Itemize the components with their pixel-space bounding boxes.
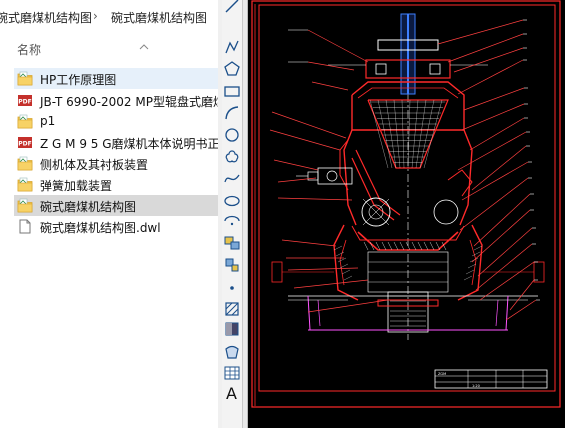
column-header: 名称 [0, 36, 218, 62]
breadcrumb-current[interactable]: 碗式磨煤机结构图 [111, 9, 207, 26]
region-icon[interactable] [222, 342, 242, 362]
file-name: 碗式磨煤机结构图.dwl [40, 221, 161, 235]
image-folder-icon [17, 198, 33, 213]
text-tool-glyph: A [226, 384, 237, 403]
file-name: p1 [40, 114, 56, 128]
circle-icon[interactable] [222, 125, 242, 145]
svg-text:ZGM: ZGM [438, 372, 446, 376]
column-header-name[interactable]: 名称 [17, 41, 41, 58]
multiline-text-icon[interactable]: A [222, 384, 242, 404]
svg-text:PDF: PDF [18, 99, 31, 106]
sort-ascending-icon [139, 44, 149, 50]
gradient-icon[interactable] [222, 319, 242, 339]
file-row[interactable]: PDF Z G M 9 5 G磨煤机本体说明书正文 [14, 132, 218, 153]
file-name: 弹簧加载装置 [40, 179, 113, 193]
breadcrumb: 碗式磨煤机结构图 › 碗式磨煤机结构图 [0, 0, 218, 34]
file-row[interactable]: 弹簧加载装置 [14, 174, 218, 195]
file-icon [17, 219, 33, 234]
file-row[interactable]: 碗式磨煤机结构图.dwl [14, 216, 218, 237]
file-row[interactable]: 侧机体及其衬板装置 [14, 153, 218, 174]
cad-drawing-viewport[interactable]: ZGM 1:20 [248, 0, 565, 428]
file-name: 侧机体及其衬板装置 [40, 158, 149, 172]
arc-icon[interactable] [222, 103, 242, 123]
file-name: 碗式磨煤机结构图 [40, 200, 137, 214]
file-row[interactable]: PDF JB-T 6990-2002 MP型辊盘式磨煤机 [14, 90, 218, 111]
file-row[interactable]: HP工作原理图 [14, 68, 218, 89]
spline-icon[interactable] [222, 169, 242, 189]
image-folder-icon [17, 114, 33, 129]
breadcrumb-parent[interactable]: 碗式磨煤机结构图 [0, 9, 92, 26]
polyline-icon[interactable] [222, 37, 242, 57]
table-icon[interactable] [222, 363, 242, 383]
draw-toolbar: A [222, 0, 243, 428]
polygon-icon[interactable] [222, 59, 242, 79]
insert-block-icon[interactable] [222, 233, 242, 253]
svg-text:1:20: 1:20 [472, 384, 480, 388]
point-icon[interactable] [222, 278, 242, 298]
bowl-mill-drawing: ZGM 1:20 [251, 0, 561, 408]
file-row[interactable]: p1 [14, 111, 218, 132]
file-name: HP工作原理图 [40, 73, 117, 87]
svg-text:PDF: PDF [18, 141, 31, 148]
pdf-file-icon: PDF [17, 135, 33, 150]
hatch-icon[interactable] [222, 299, 242, 319]
pdf-file-icon: PDF [17, 93, 33, 108]
image-folder-icon [17, 71, 33, 86]
file-name: JB-T 6990-2002 MP型辊盘式磨煤机 [40, 95, 218, 109]
rectangle-icon[interactable] [222, 81, 242, 101]
make-block-icon[interactable] [222, 255, 242, 275]
ellipse-arc-icon[interactable] [222, 211, 242, 231]
image-folder-icon [17, 156, 33, 171]
breadcrumb-separator: › [93, 9, 98, 23]
file-explorer-pane: 碗式磨煤机结构图 › 碗式磨煤机结构图 名称 HP工作原理图 PDF JB-T 69… [0, 0, 218, 428]
file-row[interactable]: 碗式磨煤机结构图 [14, 195, 218, 216]
file-name: Z G M 9 5 G磨煤机本体说明书正文 [40, 137, 218, 151]
ellipse-icon[interactable] [222, 191, 242, 211]
revision-cloud-icon[interactable] [222, 147, 242, 167]
image-folder-icon [17, 177, 33, 192]
line-icon[interactable] [222, 0, 242, 16]
